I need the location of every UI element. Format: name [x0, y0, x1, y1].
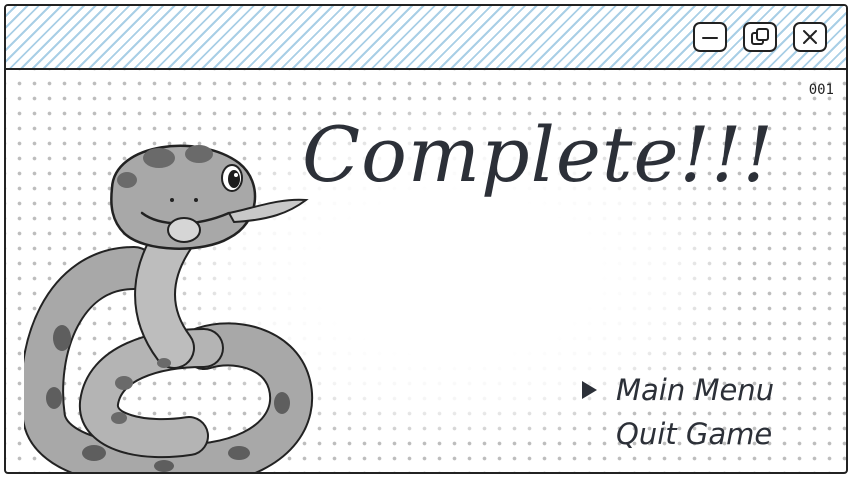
- restore-button[interactable]: [743, 22, 777, 52]
- quit-game-label: Quit Game: [616, 417, 773, 451]
- game-window: 001 Complete!!! Main Menu Quit Game: [4, 4, 848, 474]
- restore-icon: [751, 28, 769, 45]
- selection-arrow-icon: [582, 381, 597, 399]
- title-bar[interactable]: [6, 6, 846, 70]
- quit-game-option[interactable]: Quit Game: [582, 412, 774, 456]
- minimize-button[interactable]: [693, 22, 727, 52]
- main-menu-label: Main Menu: [616, 373, 775, 407]
- main-menu-option[interactable]: Main Menu: [582, 368, 774, 412]
- end-menu: Main Menu Quit Game: [582, 368, 774, 456]
- close-icon: [803, 30, 817, 44]
- close-button[interactable]: [793, 22, 827, 52]
- minimize-icon: [702, 37, 718, 39]
- complete-headline: Complete!!!: [302, 110, 775, 199]
- level-counter: 001: [808, 82, 834, 98]
- game-screen: 001 Complete!!! Main Menu Quit Game: [6, 70, 846, 472]
- snake-mascot: [24, 144, 314, 472]
